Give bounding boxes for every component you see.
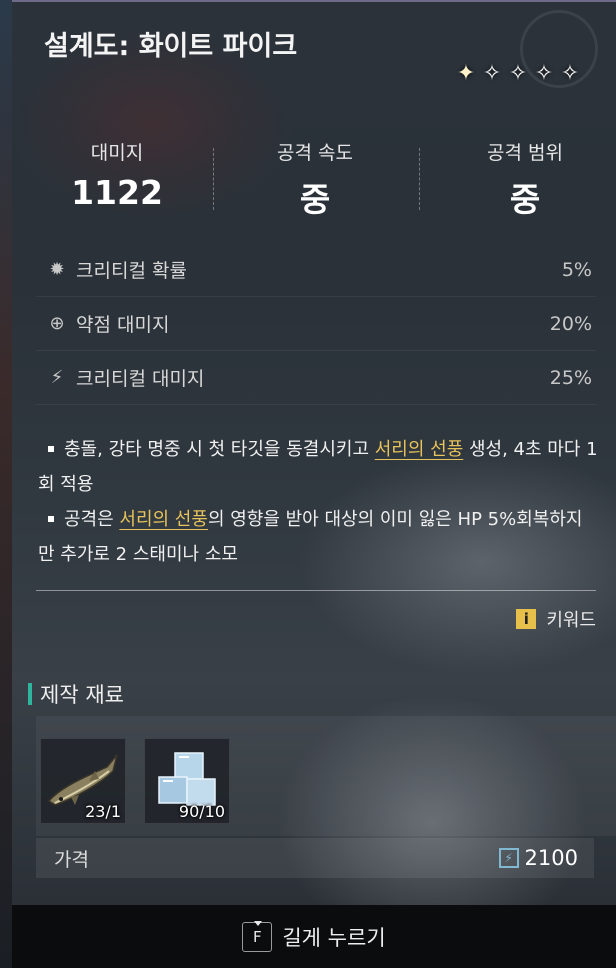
material-count: 90/10 [178,802,225,821]
stat-attack-range: 공격 범위 중 [425,138,616,221]
footer-action-bar[interactable]: F 길게 누르기 [12,905,616,968]
star-icon: ✧ [508,61,528,86]
stat-damage: 대미지 1122 [17,138,217,212]
description-line: 충돌, 강타 명중 시 첫 타깃을 동결시키고 서리의 선풍 생성, 4초 마다… [38,439,598,495]
footer-action-label: 길게 누르기 [282,925,386,950]
keyword-link[interactable]: 서리의 선풍 [375,439,464,460]
price-row: 가격 ⚡ 2100 [36,838,594,878]
sub-stat-value: 20% [549,312,592,335]
bullet-icon [48,515,54,522]
sub-stat-label: 약점 대미지 [76,314,170,336]
keyword-button[interactable]: i 키워드 [516,606,596,632]
stat-label: 공격 속도 [277,142,353,164]
sub-stat-value: 5% [561,258,592,281]
keyword-link[interactable]: 서리의 선풍 [119,509,208,530]
sub-stat-weakpoint-damage: ⊕ 약점 대미지 20% [36,297,596,351]
section-accent-bar [28,683,32,705]
stat-value: 중 [509,180,541,219]
info-icon: i [516,609,537,629]
bullet-icon [48,445,54,452]
stat-label: 공격 범위 [487,142,563,164]
sub-stat-value: 25% [549,366,592,389]
item-description: 충돌, 강타 명중 시 첫 타깃을 동결시키고 서리의 선풍 생성, 4초 마다… [38,432,598,572]
price-value-group: ⚡ 2100 [498,846,578,870]
currency-icon: ⚡ [498,848,519,868]
key-arrow-icon [254,920,263,926]
item-title: 설계도: 화이트 파이크 [44,31,298,62]
weakpoint-icon: ⊕ [49,312,65,334]
rarity-stars: ✦ ✧ ✧ ✧ ✧ [454,62,582,86]
stat-divider [213,148,214,210]
sub-stat-crit-chance: ✹ 크리티컬 확률 5% [36,243,596,297]
claw-icon: ⚡ [50,366,64,388]
material-slot-fish[interactable]: 23/1 [40,738,126,824]
keyword-label: 키워드 [546,610,596,631]
description-line: 공격은 서리의 선풍의 영향을 받아 대상의 이미 잃은 HP 5%회복하지만 … [38,509,583,565]
price-value: 2100 [524,846,578,870]
star-lit-icon: ✦ [456,61,476,86]
sub-stats-list: ✹ 크리티컬 확률 5% ⊕ 약점 대미지 20% ⚡ 크리티컬 대미지 25% [36,243,596,405]
material-slot-ice[interactable]: 90/10 [144,738,230,824]
sub-stat-label: 크리티컬 대미지 [76,368,205,390]
stat-label: 대미지 [90,142,144,164]
main-stats: 대미지 1122 공격 속도 중 공격 범위 중 [12,138,616,220]
material-count: 23/1 [85,802,121,821]
key-hint-f: F [242,920,273,952]
stat-value: 중 [299,180,331,219]
divider [36,590,596,591]
stat-divider [419,148,420,210]
star-icon: ✧ [560,61,580,86]
burst-icon: ✹ [49,258,65,280]
star-icon: ✧ [534,61,554,86]
price-label: 가격 [54,848,89,871]
sub-stat-label: 크리티컬 확률 [76,260,187,282]
star-icon: ✧ [482,61,502,86]
stat-attack-speed: 공격 속도 중 [215,138,415,221]
stat-value: 1122 [71,173,163,212]
sub-stat-crit-damage: ⚡ 크리티컬 대미지 25% [36,351,596,405]
materials-section-title: 제작 재료 [28,680,124,708]
